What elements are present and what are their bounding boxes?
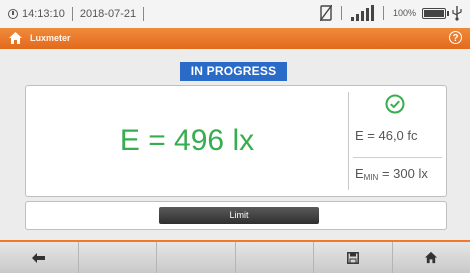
status-divider bbox=[341, 6, 342, 20]
back-button[interactable] bbox=[0, 242, 79, 273]
illuminance-value: E = 496 lx bbox=[26, 86, 348, 196]
status-right: 100% bbox=[320, 5, 462, 21]
side-divider bbox=[353, 157, 442, 158]
save-button[interactable] bbox=[314, 242, 393, 273]
toolbar-slot-3 bbox=[157, 242, 236, 273]
help-icon[interactable]: ? bbox=[449, 31, 462, 44]
limit-panel: Limit bbox=[25, 201, 447, 230]
limit-button[interactable]: Limit bbox=[159, 207, 319, 224]
result-side-column: E = 46,0 fc EMIN = 300 lx bbox=[349, 86, 446, 196]
footcandle-value: E = 46,0 fc bbox=[355, 128, 418, 143]
status-time: 14:13:10 bbox=[22, 8, 65, 20]
home-button[interactable] bbox=[393, 242, 470, 273]
home-icon[interactable] bbox=[8, 31, 23, 45]
emin-subscript: MIN bbox=[364, 173, 379, 182]
home-icon bbox=[424, 251, 438, 264]
save-icon bbox=[347, 252, 359, 264]
battery-percent: 100% bbox=[393, 8, 416, 18]
emin-symbol: E bbox=[355, 166, 364, 181]
signal-strength-icon bbox=[351, 5, 374, 21]
status-left: 14:13:10 2018-07-21 bbox=[8, 7, 147, 21]
title-bar: Luxmeter ? bbox=[0, 28, 470, 49]
check-circle-icon bbox=[385, 94, 405, 114]
bottom-toolbar bbox=[0, 240, 470, 273]
clock-icon bbox=[8, 9, 18, 19]
emin-number: = 300 lx bbox=[378, 166, 428, 181]
no-sim-icon bbox=[320, 5, 332, 21]
status-divider bbox=[72, 7, 73, 21]
usb-icon bbox=[452, 5, 462, 21]
status-badge: IN PROGRESS bbox=[180, 62, 287, 81]
battery-icon bbox=[422, 8, 446, 19]
back-arrow-icon bbox=[32, 253, 46, 263]
toolbar-slot-2 bbox=[79, 242, 158, 273]
status-divider bbox=[383, 6, 384, 20]
status-divider bbox=[143, 7, 144, 21]
status-date: 2018-07-21 bbox=[80, 8, 136, 20]
toolbar-slot-4 bbox=[236, 242, 315, 273]
emin-value: EMIN = 300 lx bbox=[355, 166, 428, 182]
result-panel: E = 496 lx E = 46,0 fc EMIN = 300 lx bbox=[25, 85, 447, 197]
status-bar: 14:13:10 2018-07-21 100% bbox=[0, 0, 470, 29]
screen-title: Luxmeter bbox=[30, 33, 71, 43]
